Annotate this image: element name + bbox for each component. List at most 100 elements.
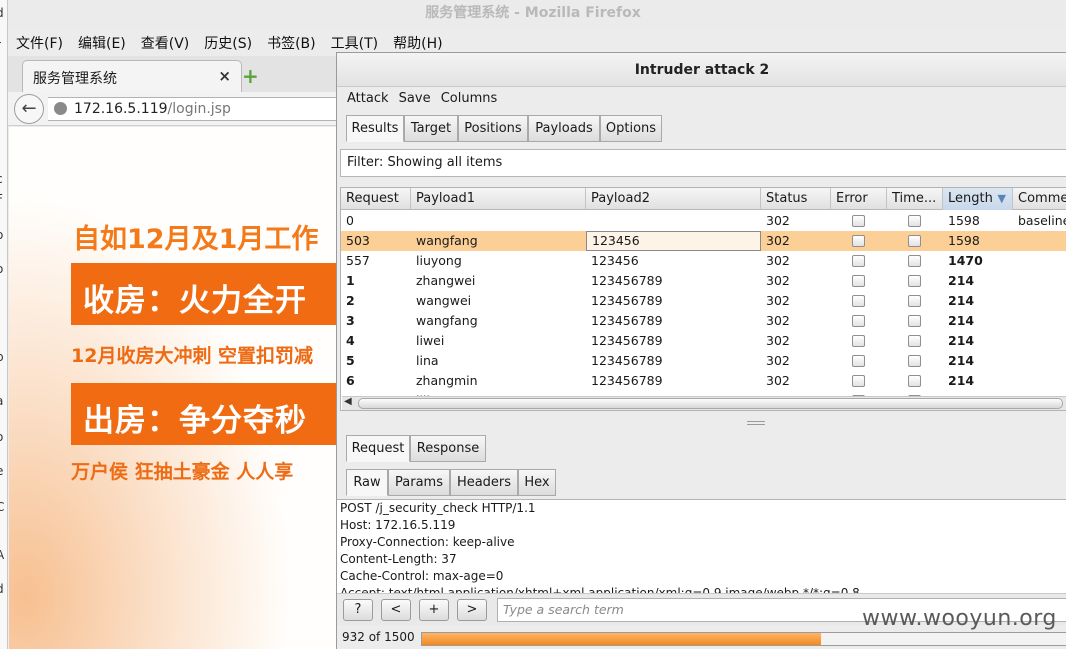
- browser-tab[interactable]: 服务管理系统 ×: [22, 60, 242, 92]
- help-button[interactable]: ?: [343, 599, 373, 621]
- cell-length: 214: [948, 293, 975, 308]
- cell-request: 0: [346, 213, 354, 228]
- pane-splitter[interactable]: [337, 415, 1066, 431]
- new-tab-plus-icon[interactable]: +: [242, 64, 259, 88]
- search-options-button[interactable]: +: [419, 599, 449, 621]
- cell-comment: baseline: [1018, 213, 1066, 228]
- timeout-checkbox[interactable]: [908, 275, 921, 287]
- error-checkbox[interactable]: [852, 255, 865, 267]
- timeout-checkbox[interactable]: [908, 215, 921, 227]
- error-checkbox[interactable]: [852, 295, 865, 307]
- cell-payload2: 123456789: [591, 293, 663, 308]
- tab-raw[interactable]: Raw: [346, 469, 388, 496]
- col-error[interactable]: Error: [831, 188, 887, 210]
- menu-tools[interactable]: 工具(T): [331, 33, 378, 53]
- tab-results[interactable]: Results: [346, 115, 404, 142]
- menu-view[interactable]: 查看(V): [141, 33, 190, 53]
- col-status[interactable]: Status: [761, 188, 831, 210]
- promo-band-rent-text: 出房：争分夺秒: [83, 403, 307, 439]
- tab-headers[interactable]: Headers: [450, 469, 518, 496]
- timeout-checkbox[interactable]: [908, 315, 921, 327]
- cell-payload1: liuyong: [416, 253, 462, 268]
- table-row[interactable]: 0 302 1598 baseline: [341, 211, 1066, 231]
- menu-save[interactable]: Save: [399, 91, 431, 106]
- cell-payload2: 123456789: [591, 353, 663, 368]
- timeout-checkbox[interactable]: [908, 355, 921, 367]
- next-match-button[interactable]: >: [457, 599, 487, 621]
- close-icon[interactable]: ×: [218, 67, 231, 85]
- promo-band-rent: 出房：争分夺秒: [71, 383, 338, 445]
- cell-comment: [1013, 371, 1066, 391]
- col-comment[interactable]: Comment: [1013, 188, 1066, 210]
- menu-help[interactable]: 帮助(H): [393, 33, 442, 53]
- scroll-left-arrow-icon[interactable]: ◀: [344, 396, 352, 407]
- cell-request: 6: [346, 373, 355, 388]
- tab-response[interactable]: Response: [410, 435, 486, 462]
- scrollbar-thumb[interactable]: [358, 398, 1063, 409]
- col-payload1[interactable]: Payload1: [411, 188, 586, 210]
- back-arrow-icon[interactable]: ←: [14, 94, 44, 124]
- filter-bar[interactable]: Filter: Showing all items: [340, 149, 1066, 177]
- cell-status: 302: [766, 253, 790, 268]
- error-checkbox[interactable]: [852, 355, 865, 367]
- tab-target[interactable]: Target: [404, 115, 458, 142]
- table-row[interactable]: 503 wangfang 123456 302 1598: [341, 231, 1066, 251]
- menu-bookmarks[interactable]: 书签(B): [267, 33, 316, 53]
- table-row[interactable]: 3 wangfang 123456789 302 214: [341, 311, 1066, 331]
- tab-hex[interactable]: Hex: [518, 469, 556, 496]
- menu-edit[interactable]: 编辑(E): [78, 33, 126, 53]
- tab-params[interactable]: Params: [388, 469, 450, 496]
- cell-payload1: zhangmin: [416, 373, 478, 388]
- col-length[interactable]: Length ▼: [943, 188, 1013, 210]
- col-payload2[interactable]: Payload2: [586, 188, 761, 210]
- tab-payloads[interactable]: Payloads: [528, 115, 600, 142]
- timeout-checkbox[interactable]: [908, 375, 921, 387]
- timeout-checkbox[interactable]: [908, 295, 921, 307]
- cell-status: 302: [766, 353, 790, 368]
- table-row[interactable]: 1 zhangwei 123456789 302 214: [341, 271, 1066, 291]
- firefox-tab-bar: 服务管理系统 × +: [8, 56, 338, 92]
- cell-request: 4: [346, 333, 355, 348]
- col-timeout[interactable]: Time...: [887, 188, 943, 210]
- menu-attack[interactable]: Attack: [347, 91, 389, 106]
- tab-positions[interactable]: Positions: [458, 115, 528, 142]
- promo-subline-2: 万户侯 狂抽土豪金 人人享: [71, 461, 294, 483]
- previous-match-button[interactable]: <: [381, 599, 411, 621]
- cell-payload2: 123456789: [591, 313, 663, 328]
- table-row[interactable]: 4 liwei 123456789 302 214: [341, 331, 1066, 351]
- cell-length: 214: [948, 273, 975, 288]
- web-page-content: 自如12月及1月工作 收房：火力全开 12月收房大冲刺 空置扣罚减 出房：争分夺…: [9, 127, 338, 649]
- horizontal-scrollbar[interactable]: ◀: [342, 396, 1066, 410]
- table-row[interactable]: 5 lina 123456789 302 214: [341, 351, 1066, 371]
- menu-columns[interactable]: Columns: [441, 91, 498, 106]
- table-row[interactable]: 557 liuyong 123456 302 1470: [341, 251, 1066, 271]
- error-checkbox[interactable]: [852, 335, 865, 347]
- cell-length: 214: [948, 313, 975, 328]
- timeout-checkbox[interactable]: [908, 255, 921, 267]
- error-checkbox[interactable]: [852, 235, 865, 247]
- raw-request-view[interactable]: POST /j_security_check HTTP/1.1 Host: 17…: [337, 499, 1066, 593]
- table-row[interactable]: 2 wangwei 123456789 302 214: [341, 291, 1066, 311]
- error-checkbox[interactable]: [852, 275, 865, 287]
- tab-request[interactable]: Request: [346, 435, 410, 462]
- cell-payload1: lina: [416, 353, 439, 368]
- menu-file[interactable]: 文件(F): [16, 33, 63, 53]
- splitter-grip-icon[interactable]: [747, 421, 765, 425]
- error-checkbox[interactable]: [852, 375, 865, 387]
- sort-descending-icon: ▼: [997, 192, 1006, 205]
- cell-comment: [1013, 251, 1066, 271]
- table-row[interactable]: 6 zhangmin 123456789 302 214: [341, 371, 1066, 391]
- cell-status: 302: [766, 293, 790, 308]
- globe-icon: [54, 102, 67, 115]
- menu-history[interactable]: 历史(S): [204, 33, 252, 53]
- attack-progress-bar: [421, 632, 1066, 646]
- col-request[interactable]: Request: [341, 188, 411, 210]
- error-checkbox[interactable]: [852, 215, 865, 227]
- url-bar[interactable]: 172.16.5.119/login.jsp: [48, 97, 338, 121]
- cell-status: 302: [766, 213, 790, 228]
- tab-options[interactable]: Options: [600, 115, 662, 142]
- timeout-checkbox[interactable]: [908, 235, 921, 247]
- cell-payload2: 123456: [591, 253, 639, 268]
- timeout-checkbox[interactable]: [908, 335, 921, 347]
- error-checkbox[interactable]: [852, 315, 865, 327]
